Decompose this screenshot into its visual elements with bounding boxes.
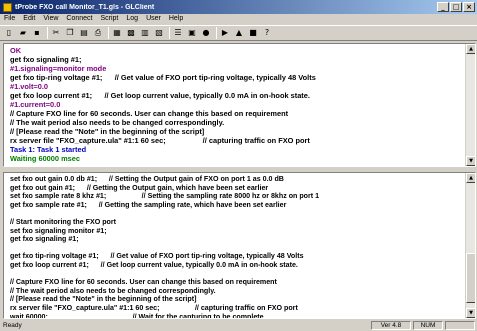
- script-pane[interactable]: set fxo out gain 0.0 db #1; // Setting t…: [3, 172, 476, 319]
- log-line: wait 60000; // Wait for the capturing to…: [10, 312, 264, 319]
- menu-log[interactable]: Log: [122, 14, 142, 24]
- cut-icon[interactable]: ✂: [50, 27, 62, 39]
- log-line: #1.volt=0.0: [10, 82, 49, 91]
- log-line: get fxo loop current #1; // Get loop cur…: [10, 91, 310, 100]
- toolbar: ▯ ▰ ▪ ✂ ❐ ▤ ⎙ ▦ ▩ ▥ ▧ ☰ ▣ ● ▶ ▲ ■?: [0, 25, 477, 41]
- toolbar-separator: [216, 27, 217, 39]
- log-line: // Capture FXO line for 60 seconds. User…: [10, 278, 277, 287]
- window-controls: _ □ ×: [436, 2, 475, 12]
- log-line: // [Please read the "Note" in the beginn…: [10, 127, 205, 136]
- log-line: set fxo out gain 0.0 db #1; // Setting t…: [10, 175, 284, 183]
- scroll-thumb[interactable]: [466, 253, 475, 303]
- save-icon[interactable]: ▪: [31, 27, 43, 39]
- log-line: get fxo loop current #1; // Get loop cur…: [10, 260, 298, 269]
- scroll-up-arrow-icon[interactable]: ▲: [466, 44, 475, 54]
- network-icon[interactable]: ▦: [111, 27, 123, 39]
- output-log: OK get fxo signaling #1; #1.signaling=moni…: [10, 46, 463, 163]
- user-icon[interactable]: ▲: [233, 27, 245, 39]
- menu-bar: File Edit View Connect Script Log User H…: [0, 14, 477, 24]
- log-line: get fxo tip-ring voltage #1; // Get valu…: [10, 73, 316, 82]
- menu-user[interactable]: User: [142, 14, 165, 24]
- log-line: set fxo signaling monitor #1;: [10, 226, 107, 235]
- script-scrollbar[interactable]: ▲ ▼: [465, 173, 475, 318]
- log-line: // The wait period also needs to be chan…: [10, 118, 225, 127]
- help-icon[interactable]: ?: [261, 27, 273, 39]
- paste-icon[interactable]: ▤: [78, 27, 90, 39]
- window-title: tProbe FXO call Monitor_T1.gls - GLClien…: [15, 3, 155, 11]
- script-editor[interactable]: set fxo out gain 0.0 db #1; // Setting t…: [10, 175, 463, 319]
- log-line: Task 1: Task 1 started: [10, 145, 87, 154]
- maximize-button[interactable]: □: [450, 2, 462, 12]
- log-line: // The wait period also needs to be chan…: [10, 286, 216, 295]
- stop-icon[interactable]: ■: [247, 27, 259, 39]
- script-icon[interactable]: ▥: [139, 27, 151, 39]
- output-pane[interactable]: OK get fxo signaling #1; #1.signaling=moni…: [3, 43, 476, 167]
- list-icon[interactable]: ☰: [172, 27, 184, 39]
- log-line: get fxo signaling #1;: [10, 55, 82, 64]
- connect-icon[interactable]: ▩: [125, 27, 137, 39]
- scroll-up-arrow-icon[interactable]: ▲: [466, 173, 475, 183]
- scroll-down-arrow-icon[interactable]: ▼: [466, 308, 475, 318]
- minimize-button[interactable]: _: [437, 2, 449, 12]
- log-line: #1.current=0.0: [10, 100, 61, 109]
- menu-connect[interactable]: Connect: [62, 14, 96, 24]
- log-line: set fxo sample rate 8 khz #1; // Setting…: [10, 192, 320, 201]
- title-bar: tProbe FXO call Monitor_T1.gls - GLClien…: [0, 0, 477, 14]
- print-icon[interactable]: ⎙: [92, 27, 104, 39]
- status-version: Ver 4.8: [371, 321, 411, 330]
- new-icon[interactable]: ▯: [3, 27, 15, 39]
- log-line: get fxo out gain #1; // Getting the Outp…: [10, 183, 269, 192]
- toolbar-separator: [108, 27, 109, 39]
- log-line: // Start monitoring the FXO port: [10, 217, 117, 226]
- log-line: get fxo signaling #1;: [10, 235, 79, 244]
- output-scrollbar[interactable]: ▲ ▼: [465, 44, 475, 166]
- log-line: Waiting 60000 msec: [10, 154, 80, 163]
- status-bar: Ready Ver 4.8 NUM: [0, 320, 477, 331]
- toolbar-separator: [169, 27, 170, 39]
- status-text: Ready: [3, 322, 22, 329]
- log-line: rx server file "FXO_capture.ula" #1:1 60…: [10, 136, 310, 145]
- log-line: get fxo tip-ring voltage #1; // Get valu…: [10, 252, 304, 261]
- log-line: rx server file "FXO_capture.ula" #1:1 60…: [10, 303, 298, 312]
- tools-icon[interactable]: ▶: [219, 27, 231, 39]
- scroll-down-arrow-icon[interactable]: ▼: [466, 156, 475, 166]
- log-line: // Capture FXO line for 60 seconds. User…: [10, 109, 289, 118]
- app-icon[interactable]: [3, 2, 12, 12]
- window-icon[interactable]: ▣: [186, 27, 198, 39]
- record-icon[interactable]: ●: [200, 27, 212, 39]
- close-button[interactable]: ×: [463, 2, 475, 12]
- log-line: get fxo sample rate #1; // Getting the s…: [10, 200, 287, 209]
- menu-file[interactable]: File: [0, 14, 19, 24]
- menu-edit[interactable]: Edit: [19, 14, 39, 24]
- open-icon[interactable]: ▰: [17, 27, 29, 39]
- menu-view[interactable]: View: [39, 14, 62, 24]
- toolbar-separator: [47, 27, 48, 39]
- log-line: #1.signaling=monitor mode: [10, 64, 107, 73]
- status-extra: [445, 321, 475, 330]
- menu-script[interactable]: Script: [96, 14, 122, 24]
- log-line: // [Please read the "Note" in the beginn…: [10, 295, 197, 304]
- menu-help[interactable]: Help: [165, 14, 187, 24]
- log-icon[interactable]: ▧: [153, 27, 165, 39]
- status-numlock: NUM: [413, 321, 443, 330]
- log-line: OK: [10, 46, 22, 55]
- copy-icon[interactable]: ❐: [64, 27, 76, 39]
